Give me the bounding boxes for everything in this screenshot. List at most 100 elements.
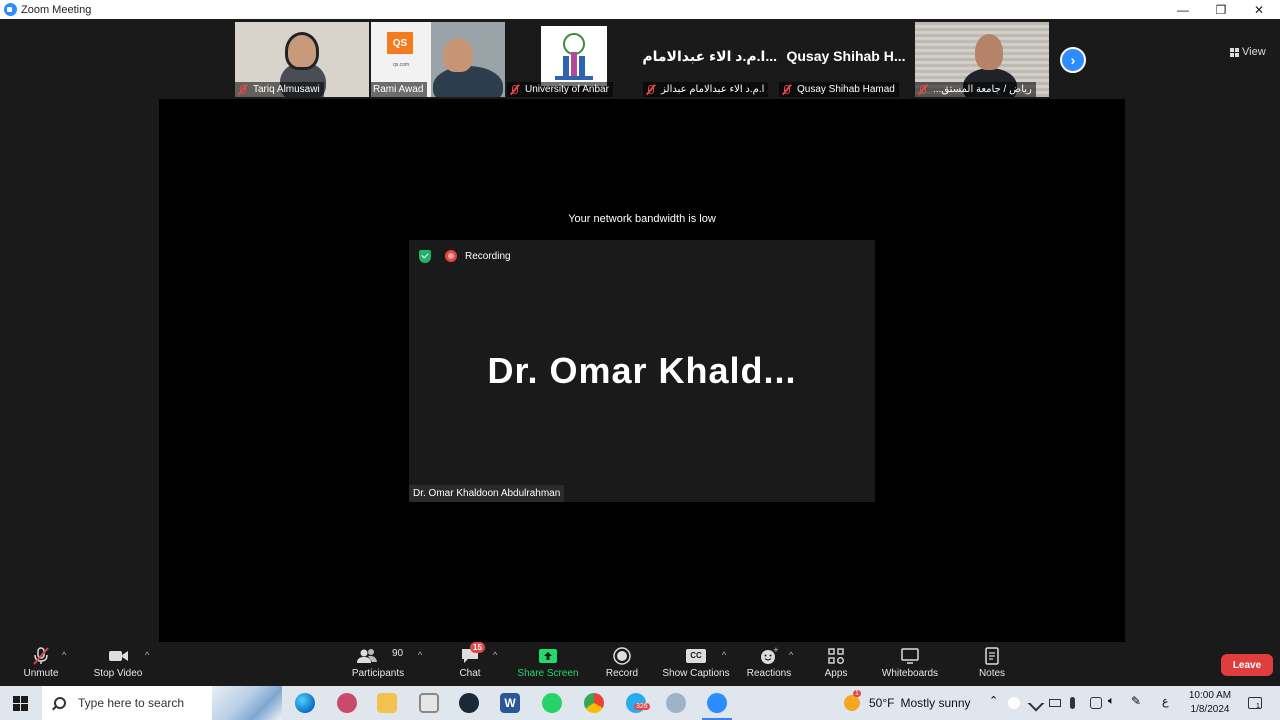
zoom-logo-icon (4, 3, 17, 16)
university-logo (541, 26, 607, 86)
taskbar-clock[interactable]: 10:00 AM 1/8/2024 (1184, 689, 1236, 717)
main-stage: Your network bandwidth is low Recording … (159, 99, 1125, 642)
restore-button[interactable]: ❐ (1203, 0, 1239, 19)
restore-icon: ❐ (1215, 2, 1227, 17)
notes-icon (982, 646, 1002, 666)
participant-head (975, 34, 1003, 70)
reactions-options-caret[interactable]: ^ (789, 650, 793, 660)
pinned-app-icon[interactable] (337, 693, 357, 713)
file-explorer-icon[interactable] (377, 693, 397, 713)
participant-display-name: Qusay Shihab H... (786, 48, 906, 64)
whatsapp-icon[interactable] (542, 693, 562, 713)
audio-options-caret[interactable]: ^ (62, 650, 66, 660)
chat-button[interactable]: 15 Chat (456, 642, 485, 686)
steam-icon[interactable] (459, 693, 479, 713)
stop-video-button[interactable]: Stop Video (92, 646, 144, 686)
wifi-icon[interactable] (1027, 694, 1045, 712)
battery-icon[interactable] (1049, 699, 1061, 707)
recording-icon (445, 250, 457, 262)
zoom-window: Zoom Meeting — ❐ ✕ Tariq Almusawi QS qs.… (0, 0, 1280, 720)
active-speaker-tile[interactable]: Recording Dr. Omar Khald... Dr. Omar Kha… (409, 240, 875, 502)
notes-button[interactable]: Notes (976, 646, 1008, 686)
search-placeholder: Type here to search (78, 696, 185, 710)
mic-muted-icon (917, 84, 928, 95)
telegram-badge: 326 (634, 703, 650, 710)
speaker-icon[interactable]: 🔈︎ (1108, 695, 1120, 707)
video-options-caret[interactable]: ^ (145, 650, 149, 660)
qs-url: qs.com (392, 62, 410, 68)
minimize-button[interactable]: — (1165, 0, 1201, 19)
gallery-strip: Tariq Almusawi QS qs.com Rami Awad Unive… (0, 19, 1280, 99)
clock-date: 1/8/2024 (1190, 704, 1230, 715)
device-tray-icon[interactable] (1090, 697, 1102, 709)
participant-tile-riyadh[interactable]: رياض / جامعة المستق... (915, 22, 1049, 97)
input-language[interactable]: ع (1162, 695, 1174, 708)
participant-name-label: University of Anbar (507, 82, 613, 97)
participant-body (433, 66, 503, 97)
clock-time: 10:00 AM (1188, 690, 1232, 701)
chat-unread-badge: 15 (470, 642, 485, 653)
microphone-tray-icon[interactable] (1070, 697, 1075, 709)
participants-button[interactable]: 90 Participants (350, 646, 406, 686)
mic-muted-icon (237, 84, 248, 95)
next-page-button[interactable]: › (1060, 47, 1086, 73)
notifications-icon[interactable]: 1 (1248, 697, 1262, 710)
participant-name-label: ا.م.د الاء عبدالامام عبدالز (643, 82, 769, 97)
weather-temp: 50°F (869, 696, 895, 710)
close-button[interactable]: ✕ (1241, 0, 1277, 19)
search-highlight-image (212, 686, 282, 720)
weather-widget[interactable]: 1 50°F Mostly sunny (844, 686, 971, 720)
chevron-right-icon: › (1070, 52, 1076, 68)
view-button[interactable]: View (1230, 46, 1266, 58)
leave-button[interactable]: Leave (1221, 654, 1273, 676)
participant-tile-rami[interactable]: QS qs.com Rami Awad (371, 22, 505, 97)
participant-name-label: Qusay Shihab Hamad (779, 82, 899, 97)
chrome-icon[interactable] (584, 693, 604, 713)
windows-start-icon[interactable] (13, 696, 28, 711)
whiteboard-icon (900, 646, 920, 666)
record-button[interactable]: Record (604, 646, 640, 686)
chat-options-caret[interactable]: ^ (493, 650, 497, 660)
pen-icon[interactable]: ✎ (1131, 694, 1143, 708)
edge-icon[interactable] (295, 693, 315, 713)
participant-tile-alaa[interactable]: ...ا.م.د الاء عبدالامام ا.م.د الاء عبدال… (643, 22, 777, 97)
reactions-button[interactable]: + Reactions (746, 646, 792, 686)
title-bar: Zoom Meeting — ❐ ✕ (0, 0, 1280, 19)
speaker-display-name: Dr. Omar Khald... (487, 350, 797, 391)
whiteboards-button[interactable]: Whiteboards (878, 646, 942, 686)
onedrive-icon[interactable] (1008, 697, 1020, 709)
view-label: View (1242, 46, 1266, 58)
university-emblem-icon (555, 33, 593, 80)
meeting-toolbar: Unmute ^ Stop Video ^ 90 Participants ^ … (0, 642, 1280, 686)
close-icon: ✕ (1253, 2, 1265, 17)
participants-count: 90 (392, 648, 404, 659)
window-title: Zoom Meeting (21, 3, 92, 16)
participant-name-label: Tariq Almusawi (235, 82, 324, 97)
zoom-taskbar-icon[interactable] (707, 693, 727, 713)
mic-muted-icon (31, 646, 51, 666)
participant-display-name: ...ا.م.د الاء عبدالامام (643, 48, 777, 64)
recording-label: Recording (465, 251, 511, 262)
roblox-icon[interactable] (419, 693, 439, 713)
participants-options-caret[interactable]: ^ (418, 650, 422, 660)
sun-icon: 1 (844, 690, 861, 711)
pinned-app-icon[interactable] (666, 693, 686, 713)
captions-options-caret[interactable]: ^ (722, 650, 726, 660)
taskbar-search-box[interactable]: Type here to search (42, 686, 282, 720)
video-camera-icon (107, 646, 129, 666)
mic-muted-icon (645, 84, 656, 95)
participant-head (443, 38, 473, 72)
participant-tile-tariq[interactable]: Tariq Almusawi (235, 22, 369, 97)
participant-name-label: Rami Awad (371, 82, 428, 97)
chevron-up-icon[interactable]: ⌃ (989, 694, 1001, 707)
share-screen-button[interactable]: Share Screen (516, 646, 580, 686)
word-icon[interactable]: W (500, 693, 520, 713)
participant-tile-qusay[interactable]: Qusay Shihab H... Qusay Shihab Hamad (779, 22, 913, 97)
share-screen-icon (538, 646, 558, 666)
unmute-button[interactable]: Unmute (22, 646, 60, 686)
telegram-icon[interactable]: 326 (626, 693, 650, 713)
participant-tile-anbar[interactable]: University of Anbar (507, 22, 641, 97)
participants-icon: 90 (350, 646, 406, 666)
apps-button[interactable]: Apps (822, 646, 850, 686)
security-shield-icon[interactable] (419, 250, 431, 263)
